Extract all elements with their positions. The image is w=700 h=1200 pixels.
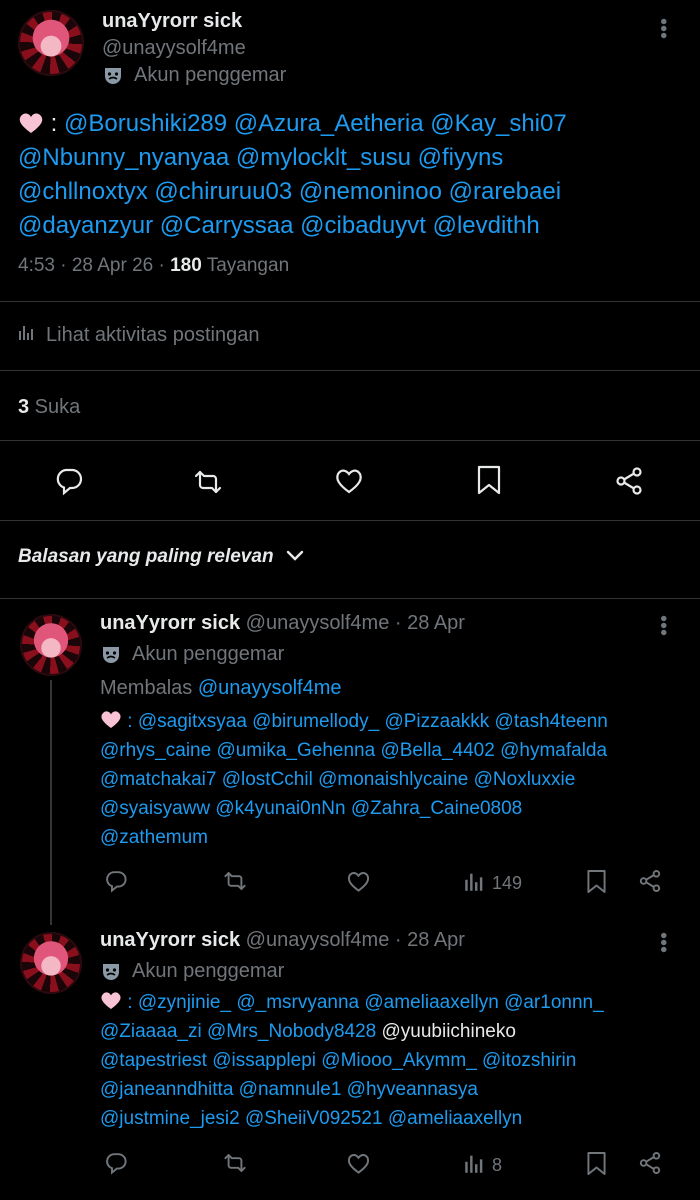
theater-mask-icon xyxy=(100,961,122,983)
theater-mask-icon xyxy=(102,65,124,87)
divider xyxy=(0,301,700,302)
post-text: : @Borushiki289 @Azura_Aetheria @Kay_shi… xyxy=(18,107,698,243)
author-name[interactable]: unaYyrorr sick xyxy=(102,10,242,33)
reply-author-name[interactable]: unaYyrorr sick xyxy=(100,612,240,634)
share-icon[interactable] xyxy=(638,1151,662,1175)
analytics-icon xyxy=(18,323,36,347)
fan-account-badge: Akun penggemar xyxy=(102,64,286,87)
mention-line[interactable]: @matchakai7 @lostCchil @monaishlycaine @… xyxy=(100,765,690,794)
reply-icon[interactable] xyxy=(54,466,84,496)
more-icon[interactable]: ••• xyxy=(652,615,674,636)
plain-mention: @yuubiichineko xyxy=(381,1021,516,1042)
replying-to-handle[interactable]: @unayysolf4me xyxy=(198,677,342,699)
reply-text: : @zynjinie_ @_msrvyanna @ameliaaxellyn … xyxy=(100,988,690,1133)
mention-line[interactable]: @syaisyaww @k4yunai0nNn @Zahra_Caine0808 xyxy=(100,794,690,823)
mention-line[interactable]: @Borushiki289 @Azura_Aetheria @Kay_shi07 xyxy=(64,110,567,137)
retweet-icon[interactable] xyxy=(222,1151,248,1175)
views-label: Tayangan xyxy=(201,255,290,276)
divider xyxy=(0,440,700,441)
bookmark-icon[interactable] xyxy=(586,869,607,894)
likes-count: 3 xyxy=(18,396,30,418)
reply-text: : @sagitxsyaa @birumellody_ @Pizzaakkk @… xyxy=(100,707,690,852)
reply-meta[interactable]: @unayysolf4me · 28 Apr xyxy=(246,929,465,951)
badge-label: Akun penggemar xyxy=(132,643,285,665)
views-count: 180 xyxy=(170,255,202,276)
mention-line[interactable]: : @sagitxsyaa @birumellody_ @Pizzaakkk @… xyxy=(127,711,608,732)
pink-heart-emoji xyxy=(100,988,122,1017)
mention-line[interactable]: @chllnoxtyx @chiruruu03 @nemoninoo @rare… xyxy=(18,175,698,209)
bookmark-icon[interactable] xyxy=(586,1151,607,1176)
bookmark-icon[interactable] xyxy=(476,465,502,495)
divider xyxy=(0,598,700,599)
reply-header: unaYyrorr sick @unayysolf4me · 28 Apr xyxy=(100,612,465,635)
avatar[interactable] xyxy=(20,614,82,676)
likes-label: Suka xyxy=(29,396,81,418)
divider xyxy=(0,520,700,521)
replying-prefix: Membalas xyxy=(100,677,198,699)
pink-heart-emoji xyxy=(18,107,44,141)
post-time[interactable]: 4:53 · 28 Apr 26 · xyxy=(18,255,170,276)
mention-line[interactable]: @rhys_caine @umika_Gehenna @Bella_4402 @… xyxy=(100,736,690,765)
mention-line[interactable]: @dayanzyur @Carryssaa @cibaduyvt @levdit… xyxy=(18,209,698,243)
replying-to: Membalas @unayysolf4me xyxy=(100,677,342,700)
sort-dropdown[interactable]: Balasan yang paling relevan xyxy=(18,546,304,568)
share-icon[interactable] xyxy=(614,466,644,496)
view-activity-label: Lihat aktivitas postingan xyxy=(46,323,260,346)
retweet-icon[interactable] xyxy=(192,467,224,497)
post-meta: 4:53 · 28 Apr 26 · 180 Tayangan xyxy=(18,255,289,277)
reply-icon[interactable] xyxy=(104,869,128,893)
retweet-icon[interactable] xyxy=(222,869,248,893)
share-icon[interactable] xyxy=(638,869,662,893)
reply-meta[interactable]: @unayysolf4me · 28 Apr xyxy=(246,612,465,634)
fan-account-badge: Akun penggemar xyxy=(100,960,284,983)
like-icon[interactable] xyxy=(346,1152,371,1175)
views-button[interactable]: 8 xyxy=(464,1152,502,1179)
pink-heart-emoji xyxy=(100,707,122,736)
mention-line[interactable]: @tapestriest @issapplepi @Miooo_Akymm_ @… xyxy=(100,1046,690,1075)
avatar[interactable] xyxy=(20,932,82,994)
avatar[interactable] xyxy=(18,10,84,76)
like-icon[interactable] xyxy=(334,467,364,495)
mention-line[interactable]: @Ziaaaa_zi @Mrs_Nobody8428 xyxy=(100,1021,382,1042)
mention-line[interactable]: @zathemum xyxy=(100,823,690,852)
views-count: 8 xyxy=(492,1155,503,1175)
sort-label: Balasan yang paling relevan xyxy=(18,546,274,567)
analytics-icon xyxy=(464,870,486,897)
views-count: 149 xyxy=(492,873,523,893)
reply-author-name[interactable]: unaYyrorr sick xyxy=(100,929,240,951)
divider xyxy=(0,370,700,371)
badge-label: Akun penggemar xyxy=(134,64,287,86)
mention-line[interactable]: @justmine_jesi2 @SheiiV092521 @ameliaaxe… xyxy=(100,1104,690,1133)
mention-line[interactable]: : @zynjinie_ @_msrvyanna @ameliaaxellyn … xyxy=(127,992,603,1013)
badge-label: Akun penggemar xyxy=(132,960,285,982)
analytics-icon xyxy=(464,1152,486,1179)
more-icon[interactable]: ••• xyxy=(652,932,674,953)
author-handle[interactable]: @unayysolf4me xyxy=(102,37,246,60)
like-icon[interactable] xyxy=(346,870,371,893)
fan-account-badge: Akun penggemar xyxy=(100,643,284,666)
emoji-separator: : xyxy=(50,110,58,137)
reply-icon[interactable] xyxy=(104,1151,128,1175)
mention-line[interactable]: @Nbunny_nyanyaa @mylocklt_susu @fiyyns xyxy=(18,141,698,175)
likes-summary[interactable]: 3 Suka xyxy=(18,396,80,419)
reply-header: unaYyrorr sick @unayysolf4me · 28 Apr xyxy=(100,929,465,952)
theater-mask-icon xyxy=(100,644,122,666)
thread-line xyxy=(50,680,52,925)
chevron-down-icon xyxy=(286,546,304,568)
more-icon[interactable]: ••• xyxy=(652,18,674,39)
views-button[interactable]: 149 xyxy=(464,870,522,897)
mention-line[interactable]: @janeanndhitta @namnule1 @hyveannasya xyxy=(100,1075,690,1104)
view-activity-link[interactable]: Lihat aktivitas postingan xyxy=(18,323,259,347)
